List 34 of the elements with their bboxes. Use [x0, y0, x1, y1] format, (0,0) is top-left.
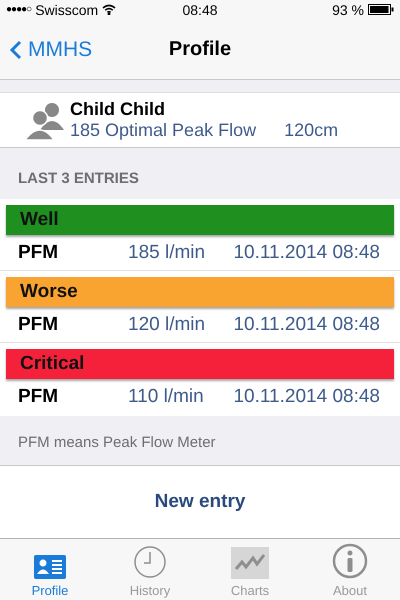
tab[interactable]: History [100, 538, 200, 600]
profile-height: 120cm [284, 120, 338, 142]
entry-date: 10.11.2014 08:48 [233, 386, 380, 408]
clock-time: 08:48 [182, 2, 218, 18]
wifi-icon [102, 4, 116, 16]
status-banner: Worse [6, 277, 394, 308]
carrier-name: Swisscom [35, 2, 98, 18]
info-icon [332, 542, 368, 579]
section-header: LAST 3 ENTRIES [17, 168, 140, 189]
tab[interactable]: Charts [200, 538, 300, 600]
status-banner: Well [6, 205, 394, 236]
tab[interactable]: About [300, 538, 400, 600]
battery-icon [368, 4, 394, 16]
new-entry-button[interactable]: New entry [148, 490, 252, 514]
entry-label: PFM [18, 386, 60, 408]
entry-label: PFM [18, 242, 60, 264]
entry-date: 10.11.2014 08:48 [233, 314, 380, 336]
clock-icon [133, 544, 167, 579]
chart-icon [231, 546, 269, 579]
signal-dots: ●●●●○ [6, 4, 32, 16]
entry-value: 120 l/min [128, 314, 206, 336]
nav-title: Profile [168, 38, 232, 62]
chevron-left-icon [10, 40, 22, 60]
battery-percent: 93 % [332, 2, 364, 18]
profile-card-icon [34, 554, 66, 579]
entry-label: PFM [18, 314, 60, 336]
entry-date: 10.11.2014 08:48 [233, 242, 380, 264]
status-banner: Critical [6, 349, 394, 380]
profile-name: Child Child [70, 99, 166, 120]
tab[interactable]: Profile [0, 538, 100, 600]
optimal-peak-flow: 185 Optimal Peak Flow [70, 120, 256, 142]
back-button[interactable]: MMHS [0, 36, 98, 63]
entry-value: 110 l/min [128, 386, 205, 408]
entry-value: 185 l/min [128, 242, 206, 264]
